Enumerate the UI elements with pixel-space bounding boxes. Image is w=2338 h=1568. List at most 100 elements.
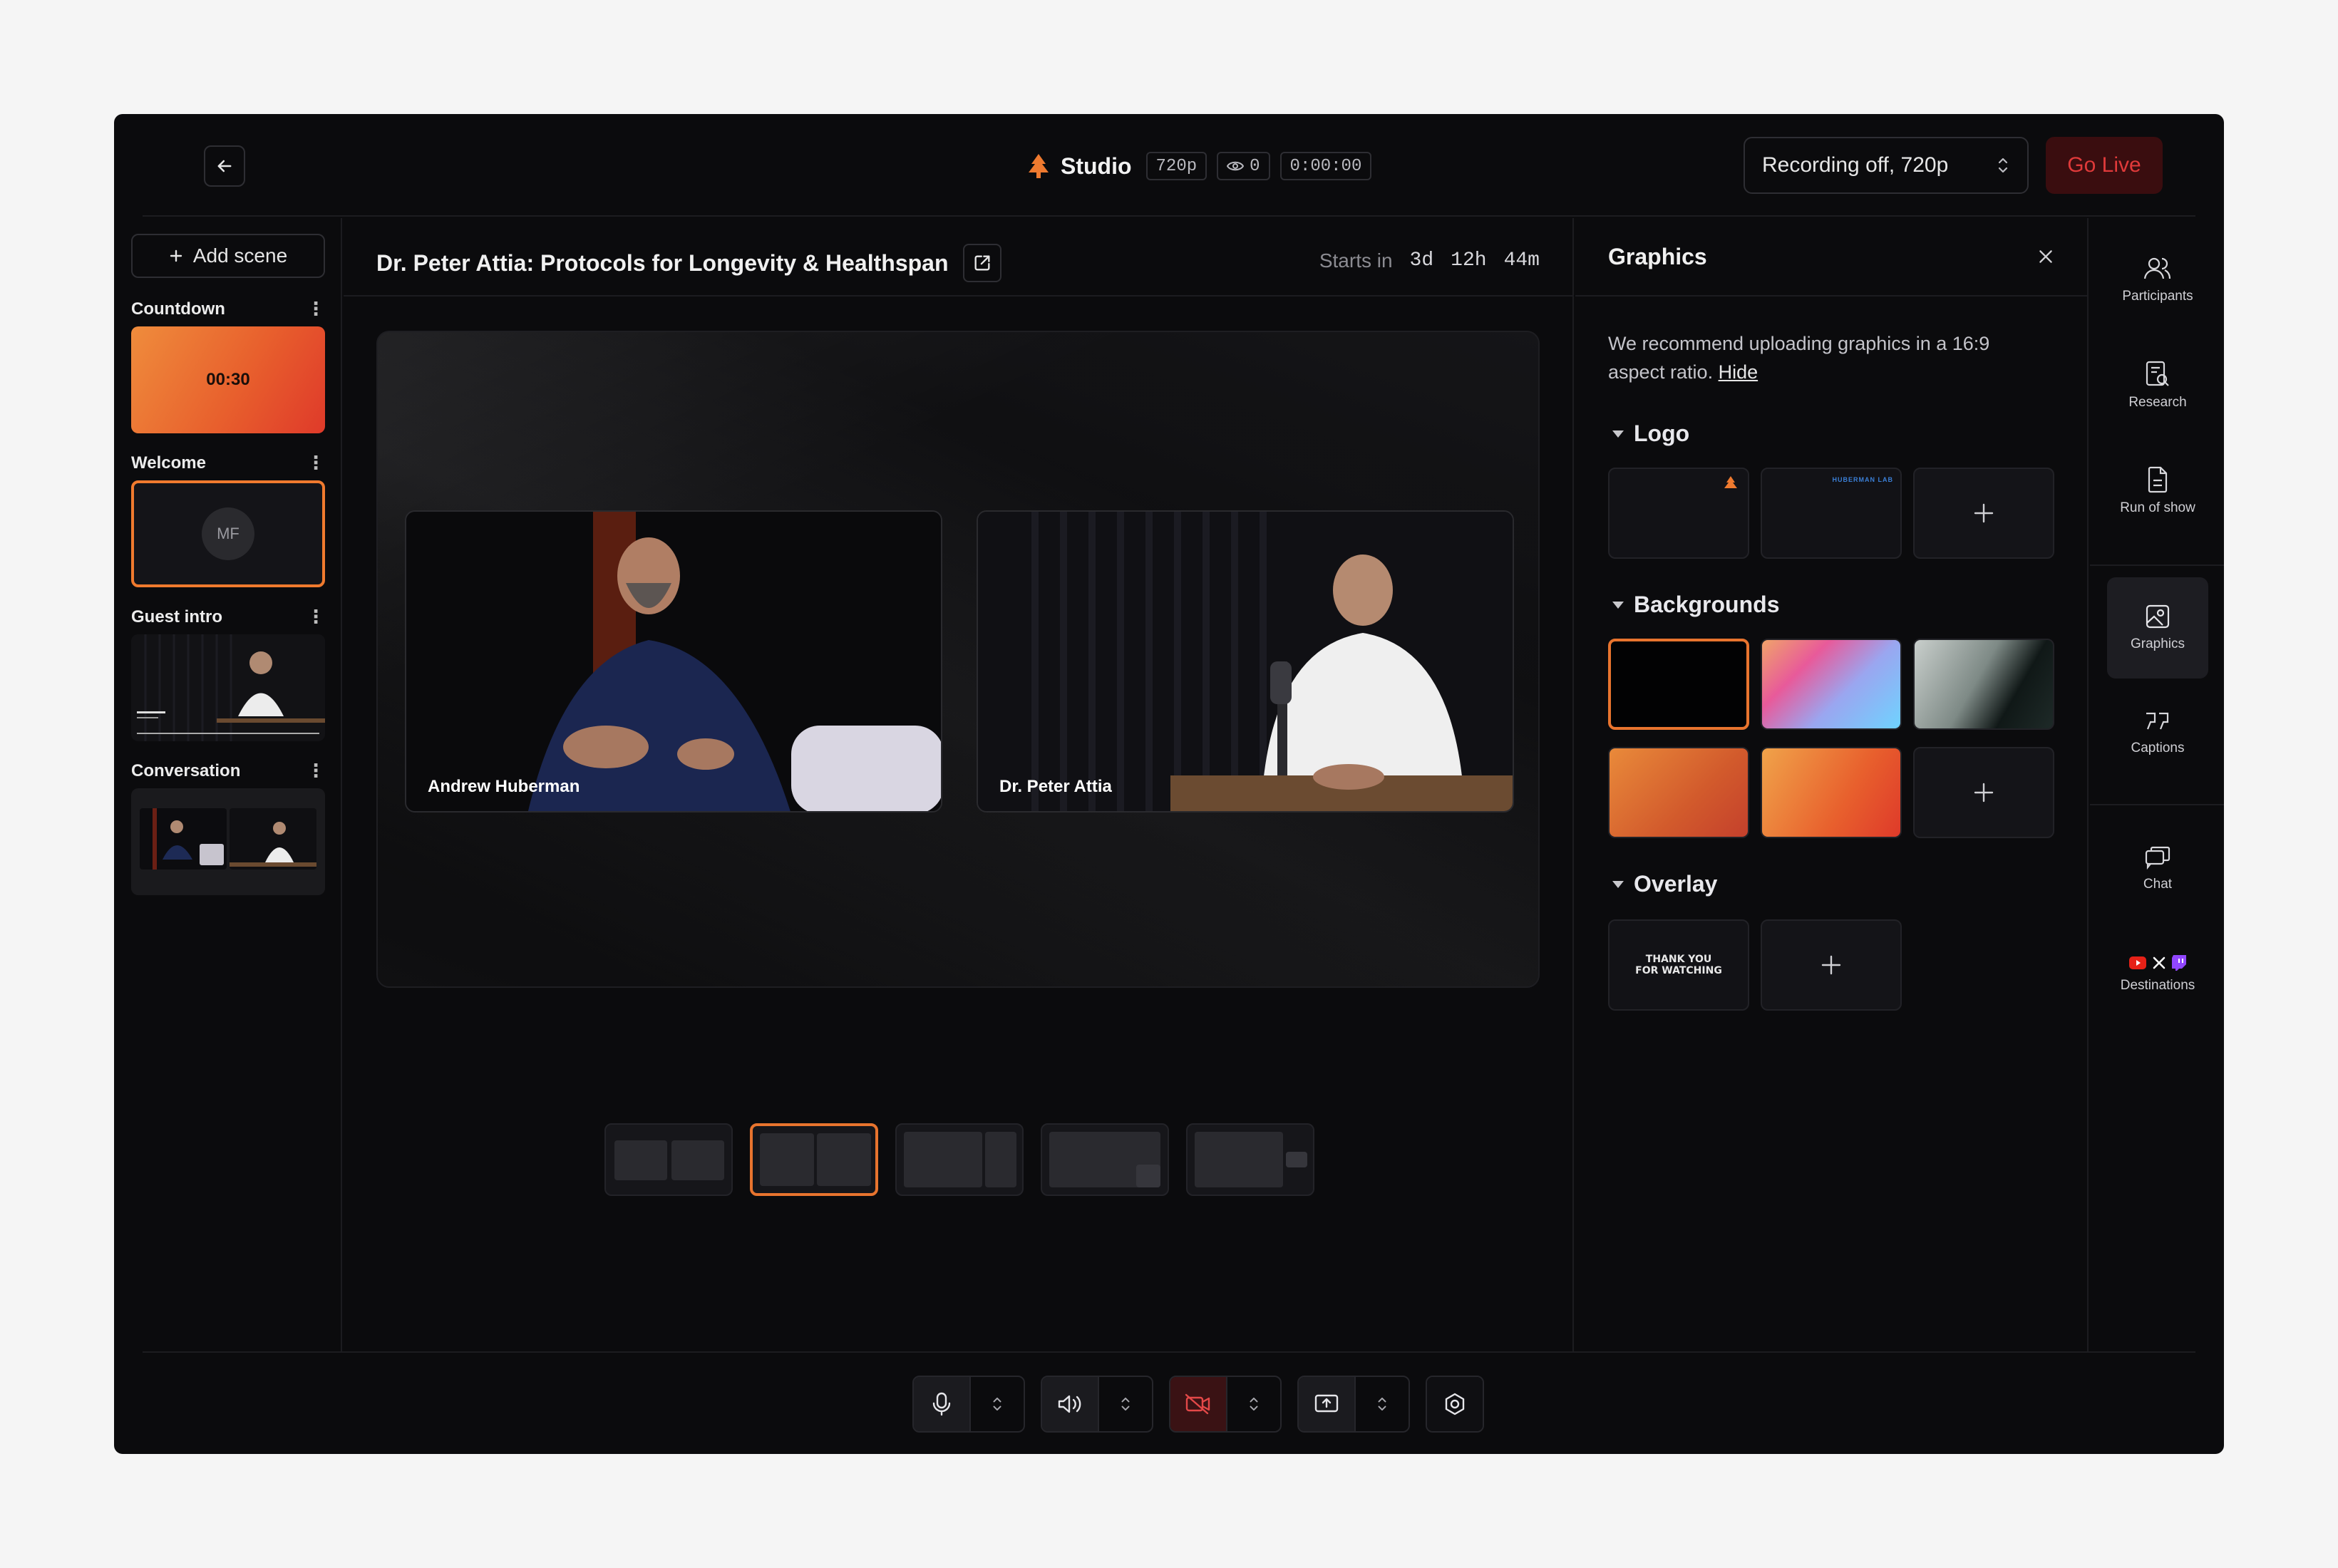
camera-off-icon bbox=[1185, 1393, 1210, 1415]
add-logo-button[interactable] bbox=[1913, 468, 2054, 559]
scene-conversation[interactable] bbox=[131, 788, 325, 895]
rail-label: Run of show bbox=[2120, 500, 2195, 515]
background-rainbow[interactable] bbox=[1761, 639, 1902, 730]
section-title: Overlay bbox=[1634, 871, 1718, 897]
speaker-icon bbox=[1058, 1395, 1081, 1413]
viewers-count: 0 bbox=[1250, 156, 1260, 176]
show-title: Dr. Peter Attia: Protocols for Longevity… bbox=[376, 249, 949, 276]
edit-show-button[interactable] bbox=[962, 244, 1001, 282]
add-overlay-button[interactable] bbox=[1761, 919, 1902, 1011]
viewers-badge: 0 bbox=[1217, 152, 1270, 180]
layout-side-by-side-small[interactable] bbox=[604, 1123, 733, 1196]
overlay-thank-you[interactable]: THANK YOU FOR WATCHING bbox=[1608, 919, 1749, 1011]
section-title: Backgrounds bbox=[1634, 592, 1780, 617]
add-background-button[interactable] bbox=[1913, 747, 2054, 838]
logo-text: HUBERMAN LAB bbox=[1832, 476, 1893, 483]
camera-options-button[interactable] bbox=[1226, 1377, 1280, 1431]
tree-logo-icon bbox=[1029, 154, 1049, 178]
hide-link[interactable]: Hide bbox=[1719, 361, 1758, 383]
section-logo[interactable]: Logo bbox=[1612, 421, 1689, 447]
starts-in-label: Starts in bbox=[1319, 249, 1393, 272]
speaker-button[interactable] bbox=[1042, 1377, 1098, 1431]
mic-options-button[interactable] bbox=[969, 1377, 1024, 1431]
section-title: Logo bbox=[1634, 421, 1690, 446]
speaker-options-button[interactable] bbox=[1098, 1377, 1152, 1431]
settings-button[interactable] bbox=[1427, 1377, 1483, 1431]
section-overlay[interactable]: Overlay bbox=[1612, 871, 1717, 897]
x-icon bbox=[2153, 956, 2166, 969]
graphics-header: Graphics bbox=[1575, 218, 2087, 296]
participant-video-andrew[interactable]: Andrew Huberman bbox=[405, 510, 942, 813]
rail-chat[interactable]: Chat bbox=[2107, 818, 2208, 919]
background-orange[interactable] bbox=[1608, 747, 1749, 838]
layout-main-sidebar[interactable] bbox=[895, 1123, 1024, 1196]
scene-label-conversation: Conversation ⋮ bbox=[131, 760, 325, 782]
add-scene-label: Add scene bbox=[192, 244, 288, 267]
rail-participants[interactable]: Participants bbox=[2107, 229, 2208, 331]
logo-tile-tree[interactable] bbox=[1608, 468, 1749, 559]
recording-select[interactable]: Recording off, 720p bbox=[1744, 137, 2029, 194]
rail-label: Captions bbox=[2131, 741, 2185, 755]
rail-destinations[interactable]: Destinations bbox=[2107, 924, 2208, 1025]
scene-name: Countdown bbox=[131, 299, 225, 319]
camera-button[interactable] bbox=[1170, 1377, 1226, 1431]
participant-name: Andrew Huberman bbox=[428, 777, 580, 796]
rail-research[interactable]: Research bbox=[2107, 335, 2208, 436]
external-edit-icon bbox=[974, 255, 989, 271]
plus-icon bbox=[170, 249, 182, 262]
participant-name: Dr. Peter Attia bbox=[999, 777, 1112, 796]
layout-pip-side[interactable] bbox=[1186, 1123, 1314, 1196]
show-header: Dr. Peter Attia: Protocols for Longevity… bbox=[344, 218, 1572, 296]
scene-name: Conversation bbox=[131, 760, 241, 780]
share-screen-button[interactable] bbox=[1299, 1377, 1354, 1431]
scene-countdown[interactable]: 00:30 bbox=[131, 326, 325, 433]
layout-pip-corner[interactable] bbox=[1041, 1123, 1169, 1196]
tree-logo-icon bbox=[1724, 476, 1737, 488]
background-silver[interactable] bbox=[1913, 639, 2054, 730]
starts-minutes: 44m bbox=[1503, 249, 1540, 272]
mic-control bbox=[912, 1376, 1025, 1433]
right-rail: Participants Research Run of show Graphi… bbox=[2090, 218, 2224, 1351]
timer-badge: 0:00:00 bbox=[1279, 152, 1372, 180]
twitch-icon bbox=[2172, 955, 2186, 971]
plus-icon bbox=[1821, 955, 1841, 975]
camera-control bbox=[1169, 1376, 1282, 1433]
arrow-left-icon bbox=[217, 160, 232, 172]
scene-welcome[interactable]: MF bbox=[131, 480, 325, 587]
countdown-value: 00:30 bbox=[206, 370, 250, 389]
layout-side-by-side[interactable] bbox=[750, 1123, 878, 1196]
more-vertical-icon[interactable]: ⋮ bbox=[307, 606, 325, 628]
background-sunset[interactable] bbox=[1761, 747, 1902, 838]
close-button[interactable] bbox=[2033, 244, 2059, 269]
plus-icon bbox=[1974, 503, 1994, 523]
scene-guest-intro[interactable] bbox=[131, 634, 325, 741]
aspect-ratio-note: We recommend uploading graphics in a 16:… bbox=[1608, 329, 2050, 386]
section-backgrounds[interactable]: Backgrounds bbox=[1612, 592, 1779, 618]
more-vertical-icon[interactable]: ⋮ bbox=[307, 452, 325, 474]
go-live-button[interactable]: Go Live bbox=[2046, 137, 2163, 194]
destinations-icon bbox=[2129, 955, 2186, 971]
add-scene-button[interactable]: Add scene bbox=[131, 234, 325, 278]
center-panel: Dr. Peter Attia: Protocols for Longevity… bbox=[344, 218, 1574, 1351]
guest-intro-preview-image bbox=[131, 634, 325, 741]
share-options-button[interactable] bbox=[1354, 1377, 1409, 1431]
eye-icon bbox=[1227, 161, 1245, 171]
more-vertical-icon[interactable]: ⋮ bbox=[307, 298, 325, 320]
starts-hours: 12h bbox=[1451, 249, 1487, 272]
logo-tile-huberman[interactable]: HUBERMAN LAB bbox=[1761, 468, 1902, 559]
settings-icon bbox=[1445, 1393, 1465, 1415]
participant-image bbox=[406, 512, 941, 811]
scene-label-guest-intro: Guest intro ⋮ bbox=[131, 606, 325, 628]
mic-button[interactable] bbox=[914, 1377, 969, 1431]
more-vertical-icon[interactable]: ⋮ bbox=[307, 760, 325, 782]
participant-video-peter[interactable]: Dr. Peter Attia bbox=[977, 510, 1514, 813]
rail-run-of-show[interactable]: Run of show bbox=[2107, 440, 2208, 542]
share-control bbox=[1297, 1376, 1410, 1433]
scenes-sidebar: Add scene Countdown ⋮ 00:30 Welcome ⋮ MF… bbox=[114, 218, 342, 1351]
rail-graphics[interactable]: Graphics bbox=[2107, 577, 2208, 679]
background-black[interactable] bbox=[1608, 639, 1749, 730]
caret-down-icon bbox=[1612, 430, 1624, 438]
back-button[interactable] bbox=[204, 145, 245, 187]
rail-captions[interactable]: Captions bbox=[2107, 683, 2208, 784]
chevron-updown-icon bbox=[1121, 1397, 1130, 1411]
